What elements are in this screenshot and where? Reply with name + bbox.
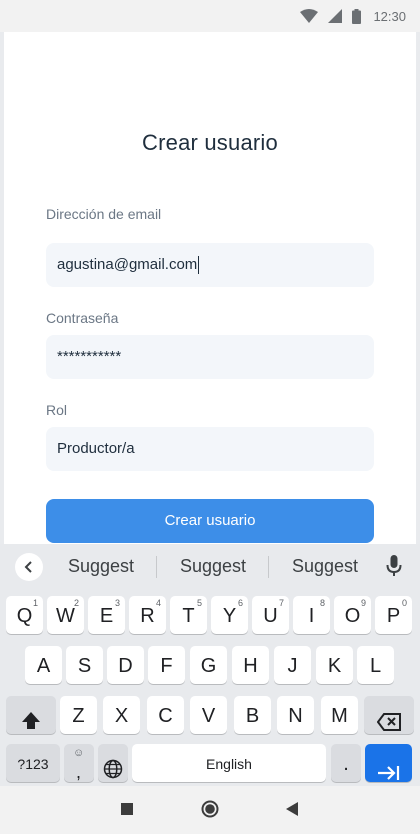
key-hint: 1 <box>32 598 38 608</box>
on-screen-keyboard: Suggest Suggest Suggest Q1 W2 E3 R4 T5 Y… <box>0 544 420 786</box>
key-j[interactable]: J <box>274 646 311 684</box>
suggestion-1[interactable]: Suggest <box>68 556 134 577</box>
status-bar: 12:30 <box>0 0 420 32</box>
key-v[interactable]: V <box>190 696 227 734</box>
key-hint: 0 <box>401 598 407 608</box>
key-hint: 2 <box>73 598 79 608</box>
chevron-left-icon[interactable] <box>15 553 43 581</box>
email-field[interactable]: agustina@gmail.com <box>46 243 374 287</box>
key-hint: 3 <box>114 598 120 608</box>
key-label: Y <box>222 605 237 627</box>
battery-icon <box>352 8 362 24</box>
key-l[interactable]: L <box>357 646 394 684</box>
key-label: T <box>182 605 195 627</box>
emoji-comma-key[interactable]: ☺ , <box>64 744 94 782</box>
period-key[interactable]: . <box>331 744 361 782</box>
key-label: U <box>263 605 278 627</box>
key-hint: 9 <box>360 598 366 608</box>
backspace-key[interactable] <box>364 696 414 734</box>
key-e[interactable]: E3 <box>88 596 125 634</box>
create-user-screen: Crear usuario Dirección de email agustin… <box>4 32 416 544</box>
email-value: agustina@gmail.com <box>57 256 198 273</box>
navigation-bar <box>0 786 420 834</box>
key-b[interactable]: B <box>234 696 271 734</box>
key-label: R <box>140 605 155 627</box>
suggestion-divider <box>268 556 269 578</box>
key-d[interactable]: D <box>107 646 144 684</box>
key-g[interactable]: G <box>190 646 227 684</box>
symbols-key[interactable]: ?123 <box>6 744 60 782</box>
microphone-icon[interactable] <box>386 555 402 582</box>
key-label: W <box>56 605 75 627</box>
role-field[interactable]: Productor/a <box>46 427 374 471</box>
key-r[interactable]: R4 <box>129 596 166 634</box>
space-key[interactable]: English <box>132 744 326 782</box>
key-u[interactable]: U7 <box>252 596 289 634</box>
role-value: Productor/a <box>57 440 135 457</box>
password-field[interactable]: *********** <box>46 335 374 379</box>
device-frame: 12:30 Crear usuario Dirección de email a… <box>0 0 420 834</box>
key-label: I <box>308 605 315 627</box>
key-h[interactable]: H <box>232 646 269 684</box>
key-s[interactable]: S <box>66 646 103 684</box>
key-n[interactable]: N <box>277 696 314 734</box>
email-label: Dirección de email <box>46 206 162 222</box>
key-label: O <box>344 605 361 627</box>
suggestion-divider <box>156 556 157 578</box>
recents-icon[interactable] <box>121 803 133 815</box>
key-x[interactable]: X <box>103 696 140 734</box>
home-icon[interactable] <box>201 800 219 823</box>
key-hint: 7 <box>278 598 284 608</box>
password-label: Contraseña <box>46 310 119 326</box>
key-a[interactable]: A <box>25 646 62 684</box>
key-p[interactable]: P0 <box>375 596 412 634</box>
suggestion-3[interactable]: Suggest <box>292 556 358 577</box>
shift-icon <box>21 705 41 745</box>
backspace-icon <box>376 705 401 745</box>
status-time: 12:30 <box>373 8 406 24</box>
key-f[interactable]: F <box>148 646 185 684</box>
key-i[interactable]: I8 <box>293 596 330 634</box>
back-icon[interactable] <box>286 802 299 821</box>
key-c[interactable]: C <box>147 696 184 734</box>
suggestion-2[interactable]: Suggest <box>180 556 246 577</box>
key-hint: 5 <box>196 598 202 608</box>
language-key[interactable] <box>98 744 128 782</box>
next-key[interactable] <box>365 744 412 782</box>
key-k[interactable]: K <box>316 646 353 684</box>
key-z[interactable]: Z <box>60 696 97 734</box>
key-hint: 4 <box>155 598 161 608</box>
page-title: Crear usuario <box>142 130 278 155</box>
role-label: Rol <box>46 402 68 418</box>
key-q[interactable]: Q1 <box>6 596 43 634</box>
key-m[interactable]: M <box>321 696 358 734</box>
key-hint: 8 <box>319 598 325 608</box>
key-label: P <box>386 605 401 627</box>
key-label: E <box>99 605 114 627</box>
wifi-icon <box>300 9 319 23</box>
key-label: Q <box>16 605 33 627</box>
key-o[interactable]: O9 <box>334 596 371 634</box>
create-user-button[interactable]: Crear usuario <box>46 499 374 543</box>
password-value: *********** <box>57 348 122 365</box>
key-t[interactable]: T5 <box>170 596 207 634</box>
text-cursor <box>198 256 200 275</box>
shift-key[interactable] <box>6 696 56 734</box>
key-y[interactable]: Y6 <box>211 596 248 634</box>
key-hint: 6 <box>237 598 243 608</box>
signal-icon <box>328 9 343 23</box>
suggestion-strip: Suggest Suggest Suggest <box>0 544 420 588</box>
key-w[interactable]: W2 <box>47 596 84 634</box>
